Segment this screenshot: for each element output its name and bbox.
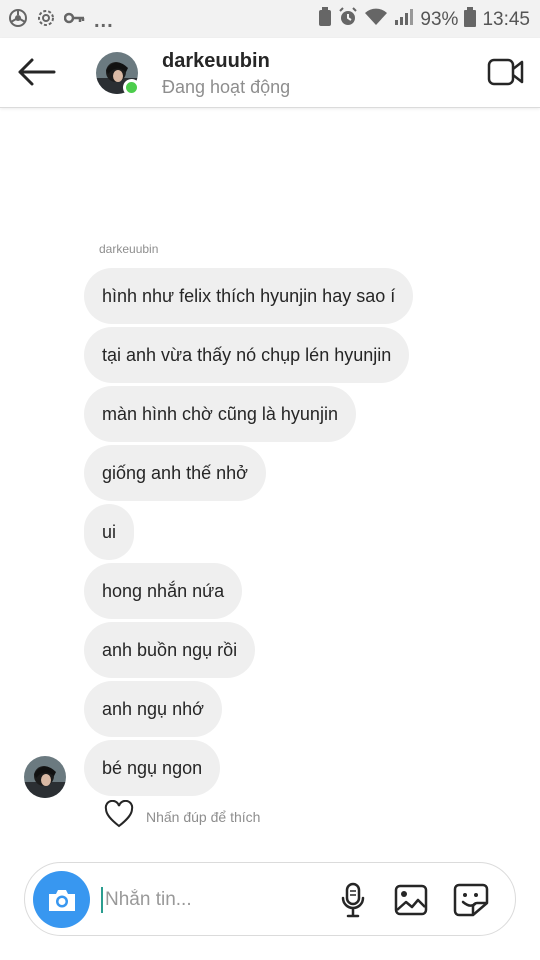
message-bubble[interactable]: tại anh vừa thấy nó chụp lén hyunjin — [84, 327, 410, 383]
message-bubble[interactable]: anh ngụ nhớ — [84, 681, 222, 737]
activity-status: Đang hoạt động — [162, 77, 291, 97]
sticker-icon — [453, 883, 489, 917]
voice-message-button[interactable] — [335, 882, 371, 918]
gallery-button[interactable] — [393, 882, 429, 918]
chrome-icon — [8, 8, 28, 33]
sender-avatar[interactable] — [24, 756, 66, 798]
status-bar: ... 93% 13:45 — [0, 0, 540, 38]
like-hint-row: Nhấn đúp để thích — [104, 799, 261, 833]
microphone-icon — [341, 882, 365, 918]
battery-icon — [464, 7, 477, 33]
message-bubble[interactable]: ui — [84, 504, 135, 560]
heart-icon[interactable] — [104, 799, 134, 833]
chat-username[interactable]: darkeuubin — [162, 50, 270, 73]
settings-icon — [36, 8, 56, 33]
camera-button[interactable] — [33, 871, 90, 928]
status-bar-left: ... — [8, 8, 114, 33]
video-call-button[interactable] — [486, 54, 526, 90]
sender-label: darkeuubin — [99, 242, 159, 256]
clock: 13:45 — [482, 9, 530, 30]
camera-icon — [48, 889, 75, 911]
message-bubble[interactable]: hình như felix thích hyunjin hay sao í — [84, 268, 414, 324]
message-bubble[interactable]: giống anh thế nhở — [84, 445, 266, 501]
status-bar-right: 93% 13:45 — [318, 7, 530, 33]
message-bubble[interactable]: bé ngụ ngon — [84, 740, 221, 796]
battery-saver-icon — [318, 7, 332, 33]
text-caret — [101, 887, 103, 913]
message-bubble[interactable]: màn hình chờ cũng là hyunjin — [84, 386, 356, 442]
battery-percent: 93% — [420, 9, 459, 30]
chat-header: darkeuubin Đang hoạt động — [0, 38, 540, 108]
alarm-icon — [338, 7, 358, 33]
back-button[interactable] — [14, 52, 58, 92]
message-bubble[interactable]: anh buồn ngụ rồi — [84, 622, 256, 678]
like-hint-text: Nhấn đúp để thích — [146, 808, 261, 825]
video-camera-icon — [487, 58, 524, 86]
signal-icon — [394, 8, 414, 32]
key-icon — [63, 11, 86, 30]
back-arrow-icon — [18, 58, 56, 86]
image-icon — [394, 884, 428, 916]
message-bubble[interactable]: hong nhắn nứa — [84, 563, 243, 619]
overflow-indicator: ... — [94, 9, 114, 32]
message-input[interactable] — [105, 883, 325, 917]
online-indicator — [123, 79, 140, 96]
wifi-icon — [364, 8, 388, 32]
message-composer — [24, 862, 516, 936]
sticker-button[interactable] — [453, 882, 489, 918]
